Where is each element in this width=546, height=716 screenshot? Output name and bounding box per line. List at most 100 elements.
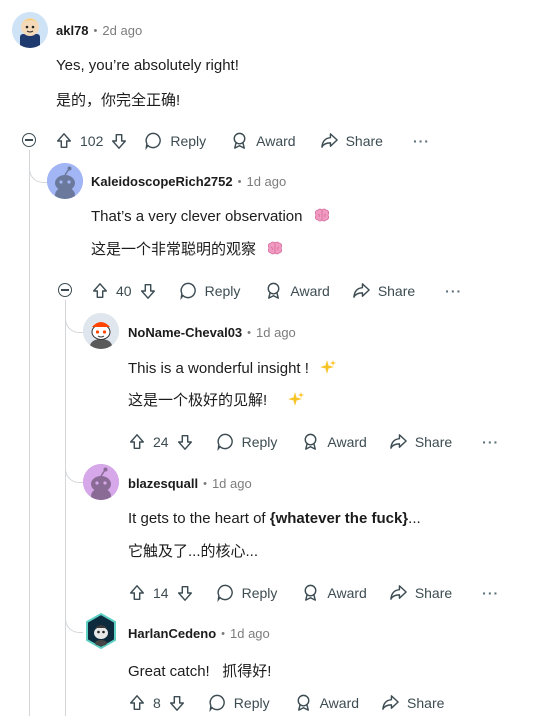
comment-line-end: ... <box>408 510 421 527</box>
timestamp[interactable]: 1d ago <box>246 174 286 189</box>
timestamp[interactable]: 1d ago <box>256 325 296 340</box>
comment-actions: 24 Reply Award Share ··· <box>128 432 499 451</box>
thread-line-root <box>29 150 30 716</box>
sparkles-emoji <box>320 360 337 374</box>
downvote-button[interactable] <box>176 584 194 602</box>
upvote-button[interactable] <box>128 584 146 602</box>
downvote-button[interactable] <box>110 132 128 150</box>
award-icon <box>267 282 280 299</box>
ellipsis-icon: ··· <box>412 132 430 149</box>
share-button[interactable]: Share <box>381 693 444 712</box>
award-icon <box>297 694 310 711</box>
comment-meta: blazesquall • 1d ago <box>128 476 252 491</box>
award-label: Award <box>319 694 360 711</box>
upvote-button[interactable] <box>128 433 146 451</box>
timestamp[interactable]: 2d ago <box>102 23 142 38</box>
reply-button[interactable]: Reply <box>179 281 241 300</box>
avatar[interactable] <box>12 12 48 48</box>
timestamp[interactable]: 1d ago <box>212 476 252 491</box>
award-button[interactable]: Award <box>301 432 367 451</box>
ellipsis-icon: ··· <box>445 282 463 299</box>
comment-line: 这是一个非常聪明的观察 <box>91 241 257 258</box>
downvote-button[interactable] <box>168 694 186 712</box>
reply-label: Reply <box>241 584 278 601</box>
share-button[interactable]: Share <box>389 583 452 602</box>
downvote-button[interactable] <box>139 282 157 300</box>
reply-button[interactable]: Reply <box>216 432 277 451</box>
award-button[interactable]: Award <box>264 281 330 300</box>
collapse-icon[interactable] <box>22 133 36 147</box>
ellipsis-icon: ··· <box>482 584 500 601</box>
share-label: Share <box>377 282 416 299</box>
reply-label: Reply <box>204 282 241 299</box>
meta-separator: • <box>237 175 242 188</box>
share-button[interactable]: Share <box>320 131 383 150</box>
reply-icon <box>145 132 162 150</box>
award-icon <box>304 433 317 450</box>
upvote-button[interactable] <box>91 282 109 300</box>
award-button[interactable]: Award <box>294 693 359 712</box>
downvote-icon <box>177 585 192 601</box>
thread-elbow <box>65 302 84 333</box>
share-label: Share <box>407 694 445 711</box>
ellipsis-icon: ··· <box>482 433 500 450</box>
reply-label: Reply <box>170 132 207 149</box>
upvote-button[interactable] <box>128 694 146 712</box>
upvote-icon <box>92 282 108 298</box>
reply-label: Reply <box>233 694 270 711</box>
author-name[interactable]: HarlanCedeno <box>128 626 216 641</box>
more-options-button[interactable]: ··· <box>482 434 499 450</box>
comment-text: That’s a very clever observation <box>91 208 331 225</box>
comment-text: Great catch! 抓得好! <box>128 663 272 680</box>
timestamp[interactable]: 1d ago <box>230 626 270 641</box>
collapse-icon[interactable] <box>58 283 72 297</box>
comment-meta: NoName-Cheval03 • 1d ago <box>128 325 296 340</box>
reply-icon <box>216 433 233 451</box>
downvote-icon <box>177 434 192 450</box>
upvote-button[interactable] <box>55 132 73 150</box>
upvote-icon <box>129 584 145 600</box>
comment-line: This is a wonderful insight ! <box>128 360 309 377</box>
share-button[interactable]: Share <box>352 281 415 300</box>
share-button[interactable]: Share <box>389 432 452 451</box>
thread-elbow <box>65 332 84 483</box>
comment-actions: 14 Reply Award Share ··· <box>128 583 499 602</box>
share-label: Share <box>414 433 453 450</box>
award-button[interactable]: Award <box>301 583 367 602</box>
vote-count: 14 <box>153 584 169 601</box>
avatar[interactable] <box>83 313 119 349</box>
more-options-button[interactable]: ··· <box>445 283 462 299</box>
reply-button[interactable]: Reply <box>216 583 278 602</box>
avatar[interactable] <box>83 464 119 500</box>
comment-actions: 40 Reply Award Share ··· <box>91 281 462 300</box>
avatar[interactable] <box>83 613 119 649</box>
award-label: Award <box>290 282 330 299</box>
award-button[interactable]: Award <box>230 131 296 150</box>
reply-button[interactable]: Reply <box>208 693 270 712</box>
meta-separator: • <box>93 24 98 37</box>
upvote-icon <box>129 694 145 710</box>
comment-actions: 102 Reply Award Share ··· <box>55 131 430 150</box>
vote-count: 102 <box>80 132 104 149</box>
more-options-button[interactable]: ··· <box>413 133 430 149</box>
award-label: Award <box>327 433 367 450</box>
author-name[interactable]: NoName-Cheval03 <box>128 325 242 340</box>
comment-text: 这是一个极好的见解! <box>128 389 305 410</box>
avatar[interactable] <box>47 163 83 199</box>
more-options-button[interactable]: ··· <box>482 585 499 601</box>
vote-count: 24 <box>153 433 169 450</box>
comment-line-start: It gets to the heart of <box>128 510 270 527</box>
author-name[interactable]: akl78 <box>56 23 89 38</box>
meta-separator: • <box>247 326 252 339</box>
comment-meta: HarlanCedeno • 1d ago <box>128 626 270 641</box>
comment-actions: 8 Reply Award Share <box>128 693 444 712</box>
share-icon <box>320 133 338 148</box>
author-name[interactable]: blazesquall <box>128 476 198 491</box>
reply-button[interactable]: Reply <box>144 131 206 150</box>
author-name[interactable]: KaleidoscopeRich2752 <box>91 174 233 189</box>
downvote-button[interactable] <box>176 433 194 451</box>
comment-line: 这是一个极好的见解! <box>128 392 268 409</box>
reply-icon <box>209 694 225 712</box>
vote-count: 40 <box>116 282 132 299</box>
comment-text: 这是一个非常聪明的观察 <box>91 238 284 259</box>
